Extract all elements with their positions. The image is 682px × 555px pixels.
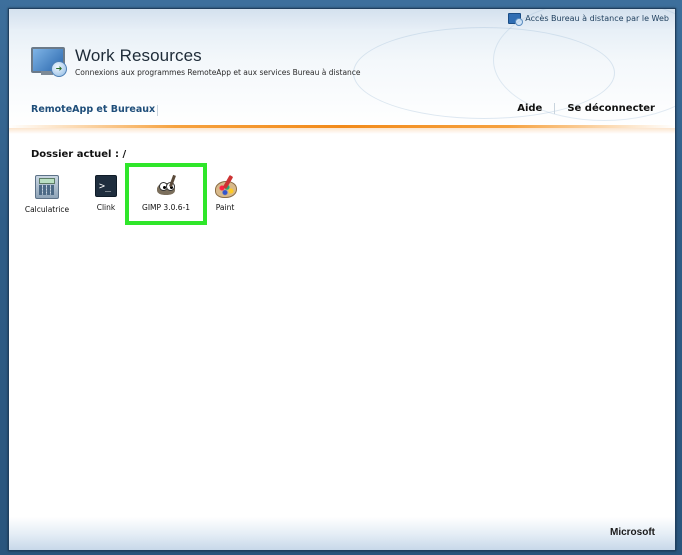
paint-palette-icon [214, 174, 237, 198]
nav-divider [157, 105, 158, 116]
microsoft-brand: Microsoft [610, 527, 655, 538]
logout-link[interactable]: Se déconnecter [567, 103, 655, 114]
page-title: Work Resources [75, 46, 202, 65]
remote-desktop-logo-icon: ➜ [31, 47, 67, 77]
app-paint[interactable]: Paint [190, 171, 260, 221]
nav-remoteapp-link[interactable]: RemoteApp et Bureaux [31, 104, 155, 115]
header: Accès Bureau à distance par le Web ➜ Wor… [9, 9, 675, 127]
current-folder: Dossier actuel : / [31, 149, 127, 160]
calculator-icon [35, 175, 59, 199]
app-label: Paint [215, 203, 235, 212]
terminal-icon: >_ [95, 175, 117, 197]
page-subtitle: Connexions aux programmes RemoteApp et a… [75, 68, 361, 77]
help-link[interactable]: Aide [517, 103, 542, 114]
rdweb-window: Accès Bureau à distance par le Web ➜ Wor… [8, 8, 676, 551]
footer: Microsoft [9, 517, 675, 550]
nav-divider [554, 103, 556, 114]
gimp-icon [155, 174, 177, 197]
accent-shadow [9, 128, 675, 134]
nav-right: Aide Se déconnecter [517, 103, 655, 114]
